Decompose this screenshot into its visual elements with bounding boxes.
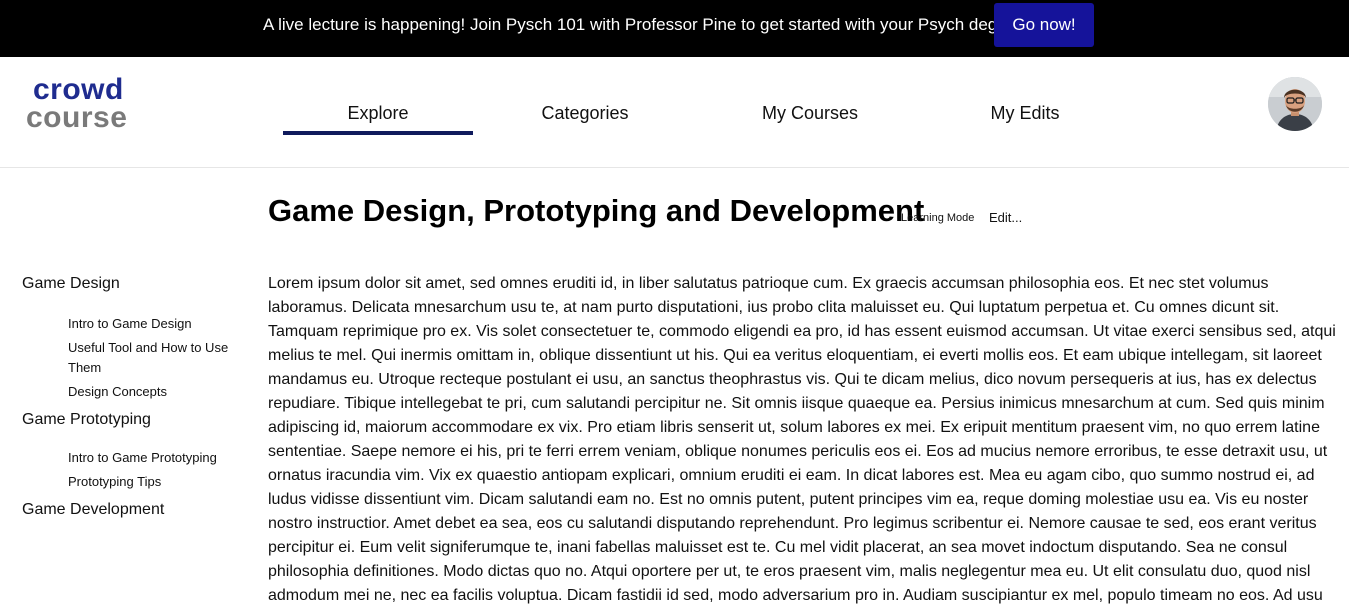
go-now-button[interactable]: Go now! <box>994 3 1094 47</box>
crowdcourse-logo[interactable]: crowd course <box>26 75 146 135</box>
lesson-intro-to-game-design[interactable]: Intro to Game Design <box>68 314 247 334</box>
section-game-development[interactable]: Game Development <box>22 498 247 522</box>
course-body-text: Lorem ipsum dolor sit amet, sed omnes er… <box>268 275 1336 604</box>
site-header: crowd course Explore Categories My Cours… <box>0 57 1349 168</box>
page-title: Game Design, Prototyping and Development <box>268 193 925 228</box>
section-items: Intro to Game Prototyping Prototyping Ti… <box>22 448 247 492</box>
tab-my-courses[interactable]: My Courses <box>740 101 880 133</box>
tab-explore[interactable]: Explore <box>283 101 473 135</box>
lesson-design-concepts[interactable]: Design Concepts <box>68 382 247 402</box>
lesson-prototyping-tips[interactable]: Prototyping Tips <box>68 472 247 492</box>
user-avatar-icon <box>1268 77 1322 131</box>
announcement-banner: A live lecture is happening! Join Pysch … <box>0 0 1349 57</box>
tab-my-edits[interactable]: My Edits <box>975 101 1075 133</box>
learning-mode-label[interactable]: Learning Mode <box>901 211 974 225</box>
outline-section: Game Design Intro to Game Design Useful … <box>22 272 247 402</box>
banner-message: A live lecture is happening! Join Pysch … <box>263 15 1027 34</box>
section-game-prototyping[interactable]: Game Prototyping <box>22 408 247 432</box>
outline-section: Game Prototyping Intro to Game Prototypi… <box>22 408 247 492</box>
edit-link[interactable]: Edit... <box>989 209 1022 226</box>
course-outline-sidebar: Game Design Intro to Game Design Useful … <box>22 272 247 522</box>
tab-categories[interactable]: Categories <box>510 101 660 133</box>
logo-text-course: course <box>26 101 128 134</box>
section-game-design[interactable]: Game Design <box>22 272 247 296</box>
section-items: Intro to Game Design Useful Tool and How… <box>22 314 247 402</box>
outline-section: Game Development <box>22 498 247 522</box>
user-avatar[interactable] <box>1268 77 1322 131</box>
lesson-useful-tools[interactable]: Useful Tool and How to Use Them <box>68 338 247 378</box>
lesson-intro-to-game-prototyping[interactable]: Intro to Game Prototyping <box>68 448 247 468</box>
